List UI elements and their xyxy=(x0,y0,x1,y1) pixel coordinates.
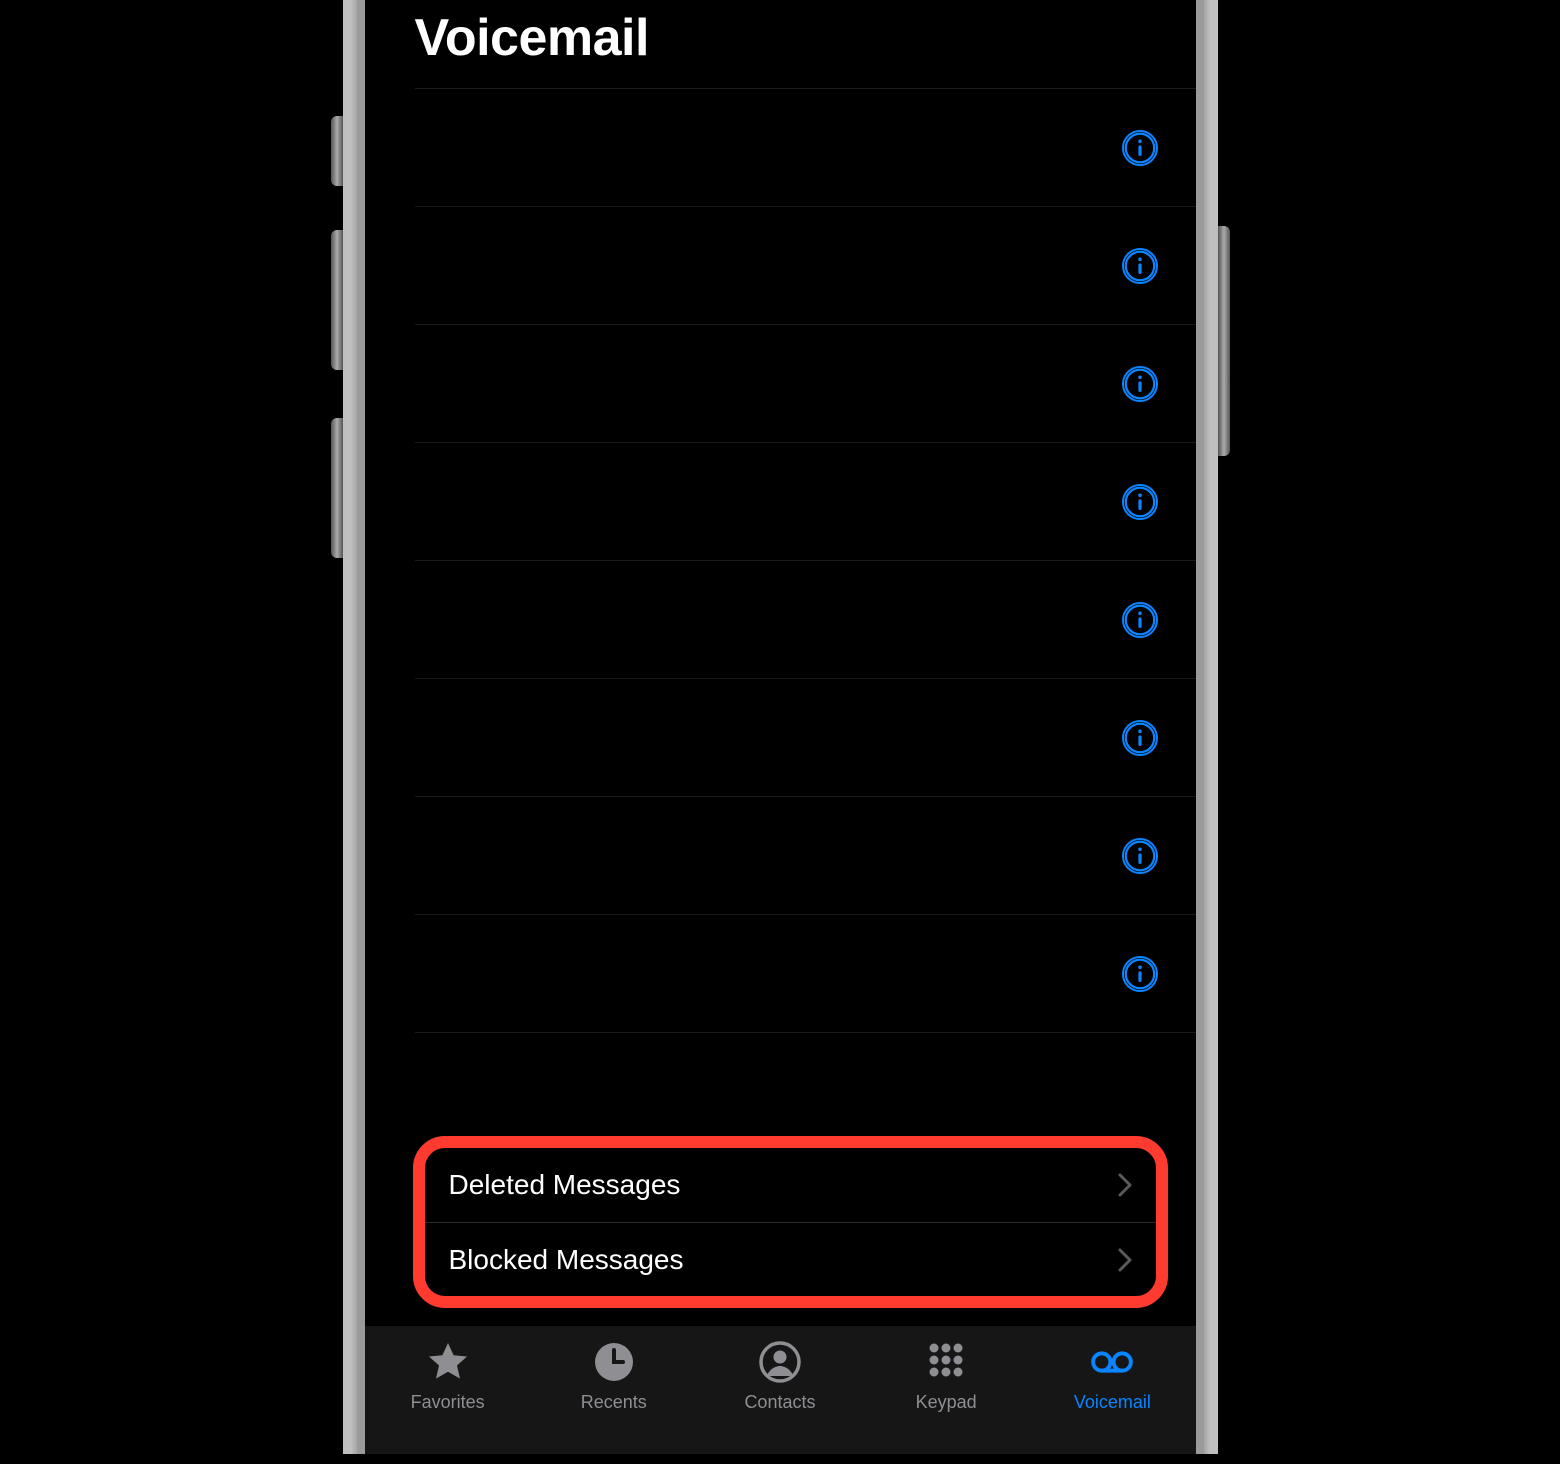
voicemail-row[interactable] xyxy=(415,325,1196,443)
info-button[interactable] xyxy=(1120,482,1160,522)
volume-up-button xyxy=(331,230,343,370)
annotation-highlight-box: Deleted Messages Blocked Messages xyxy=(413,1136,1168,1308)
tab-favorites[interactable]: Favorites xyxy=(378,1340,518,1413)
page-title: Voicemail xyxy=(415,8,1146,68)
star-icon xyxy=(426,1340,470,1384)
keypad-icon xyxy=(924,1340,968,1384)
voicemail-row[interactable] xyxy=(415,915,1196,1033)
clock-icon xyxy=(592,1340,636,1384)
chevron-right-icon xyxy=(1118,1248,1132,1272)
tab-favorites-label: Favorites xyxy=(411,1392,485,1413)
info-button[interactable] xyxy=(1120,954,1160,994)
info-icon xyxy=(1122,248,1158,284)
info-icon xyxy=(1122,366,1158,402)
info-icon xyxy=(1122,838,1158,874)
person-circle-icon xyxy=(758,1340,802,1384)
tab-voicemail-label: Voicemail xyxy=(1074,1392,1151,1413)
power-button xyxy=(1218,226,1230,456)
phone-frame: Voicemail Deleted Messages Blocked Messa… xyxy=(343,0,1218,1454)
info-button[interactable] xyxy=(1120,836,1160,876)
info-button[interactable] xyxy=(1120,128,1160,168)
voicemail-row[interactable] xyxy=(415,207,1196,325)
tab-keypad[interactable]: Keypad xyxy=(876,1340,1016,1413)
volume-down-button xyxy=(331,418,343,558)
tab-contacts-label: Contacts xyxy=(744,1392,815,1413)
tab-recents-label: Recents xyxy=(581,1392,647,1413)
voicemail-row[interactable] xyxy=(415,443,1196,561)
info-button[interactable] xyxy=(1120,718,1160,758)
info-button[interactable] xyxy=(1120,246,1160,286)
tab-recents[interactable]: Recents xyxy=(544,1340,684,1413)
voicemail-row[interactable] xyxy=(415,89,1196,207)
info-icon xyxy=(1122,720,1158,756)
info-button[interactable] xyxy=(1120,364,1160,404)
tab-bar: Favorites Recents Contacts xyxy=(365,1326,1196,1454)
mute-switch xyxy=(331,116,343,186)
blocked-messages-row[interactable]: Blocked Messages xyxy=(425,1222,1156,1296)
voicemail-row[interactable] xyxy=(415,561,1196,679)
info-icon xyxy=(1122,130,1158,166)
tab-contacts[interactable]: Contacts xyxy=(710,1340,850,1413)
header: Voicemail xyxy=(365,0,1196,88)
tab-keypad-label: Keypad xyxy=(916,1392,977,1413)
screen: Voicemail Deleted Messages Blocked Messa… xyxy=(365,0,1196,1454)
voicemail-icon xyxy=(1090,1340,1134,1384)
info-button[interactable] xyxy=(1120,600,1160,640)
info-icon xyxy=(1122,602,1158,638)
info-icon xyxy=(1122,484,1158,520)
voicemail-row[interactable] xyxy=(415,797,1196,915)
tab-voicemail[interactable]: Voicemail xyxy=(1042,1340,1182,1413)
deleted-messages-row[interactable]: Deleted Messages xyxy=(425,1148,1156,1222)
voicemail-row[interactable] xyxy=(415,679,1196,797)
chevron-right-icon xyxy=(1118,1173,1132,1197)
blocked-messages-label: Blocked Messages xyxy=(449,1244,684,1276)
info-icon xyxy=(1122,956,1158,992)
deleted-messages-label: Deleted Messages xyxy=(449,1169,681,1201)
